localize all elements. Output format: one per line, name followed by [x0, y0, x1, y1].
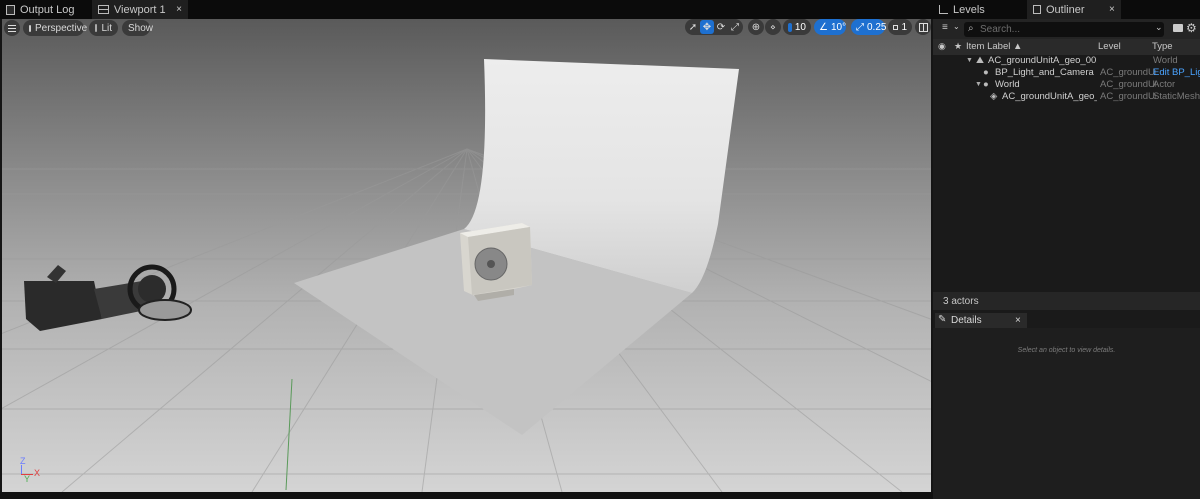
- pencil-icon: ✎: [938, 314, 947, 325]
- outliner-row-level: AC_groundUni: [1100, 91, 1156, 102]
- chevron-down-icon[interactable]: ▼: [975, 79, 982, 91]
- show-label: Show: [128, 22, 154, 34]
- perspective-button[interactable]: Perspective: [23, 20, 88, 36]
- select-icon[interactable]: ➚: [686, 20, 700, 34]
- world-space-button[interactable]: ⊕: [748, 19, 764, 35]
- show-button[interactable]: Show: [122, 20, 154, 36]
- camera-speed-value: 1: [901, 21, 907, 33]
- scale-snap-button[interactable]: ⤢ 0.25: [851, 19, 887, 35]
- viewport-menu-button[interactable]: [4, 20, 20, 36]
- transform-toolbar: ➚ ✥ ⟳ ⤢ ⊕ ⋄ 10 ∠ 10° ⤢ 0.25 1: [685, 19, 931, 35]
- details-panel: Select an object to view details.: [933, 328, 1200, 499]
- outliner-row-level: AC_groundUni: [1100, 67, 1156, 78]
- outliner-row[interactable]: ▼ ⛰ AC_groundUnitA_geo_001 (Edito World: [933, 55, 1200, 67]
- grid-snap-value: 10: [794, 21, 806, 33]
- star-icon[interactable]: ★: [954, 41, 962, 52]
- viewport-layout-icon: [918, 22, 928, 32]
- transform-mode-group: ➚ ✥ ⟳ ⤢: [685, 19, 743, 35]
- filter-icon[interactable]: ≡: [942, 22, 948, 33]
- grid-snap-icon: [788, 22, 792, 32]
- edit-blueprint-link[interactable]: Edit BP_Light: [1153, 67, 1200, 79]
- rotate-icon[interactable]: ⟳: [714, 20, 728, 34]
- angle-icon: ∠: [819, 21, 828, 33]
- viewport-scene: [2, 19, 931, 492]
- grid-snap-button[interactable]: 10: [783, 19, 811, 35]
- outliner-row-level: AC_groundUni: [1100, 79, 1156, 90]
- tab-viewport-1[interactable]: Viewport 1 ×: [92, 0, 188, 19]
- axis-x-label: X: [34, 468, 41, 478]
- outliner-row-type: StaticMeshAc: [1153, 91, 1200, 102]
- scale-snap-icon: ⤢: [856, 21, 864, 33]
- tab-output-log-label: Output Log: [20, 3, 75, 16]
- search-input[interactable]: Search...: [964, 22, 1164, 37]
- tab-output-log[interactable]: Output Log: [0, 0, 88, 19]
- lit-button[interactable]: Lit: [89, 20, 118, 36]
- outliner-row-type: World: [1153, 55, 1178, 66]
- outliner-row-label: World: [995, 79, 1020, 90]
- axis-y-label: Y: [24, 474, 31, 484]
- lit-mode-icon: [95, 24, 98, 32]
- tab-viewport-label: Viewport 1: [113, 3, 166, 16]
- eye-icon[interactable]: ◉: [938, 41, 946, 52]
- axis-gizmo: Z X Y: [16, 456, 46, 484]
- folder-add-icon[interactable]: [1173, 24, 1183, 32]
- perspective-label: Perspective: [35, 22, 88, 34]
- outliner-row[interactable]: ▼ ● World AC_groundUni Actor: [933, 79, 1200, 91]
- outliner-row[interactable]: ● BP_Light_and_Camera AC_groundUni Edit …: [933, 67, 1200, 79]
- outliner-row[interactable]: ◈ AC_groundUnitA_geo_001 AC_groundUni St…: [933, 91, 1200, 103]
- actor-icon: ●: [983, 67, 989, 78]
- levels-icon: [939, 5, 948, 14]
- rotation-snap-value: 10°: [830, 21, 847, 33]
- outliner-row-type: Actor: [1153, 79, 1176, 90]
- chevron-down-icon[interactable]: ▼: [966, 55, 973, 67]
- outliner-row-label: AC_groundUnitA_geo_001: [1002, 91, 1097, 102]
- close-icon[interactable]: ×: [176, 4, 182, 15]
- level-viewport[interactable]: Perspective Lit Show ➚ ✥ ⟳ ⤢ ⊕ ⋄ 10 ∠ 10…: [2, 19, 931, 492]
- column-type[interactable]: Type: [1152, 41, 1173, 52]
- mesh-icon: ◈: [990, 91, 998, 102]
- viewport-icon: [98, 5, 109, 14]
- translate-icon[interactable]: ✥: [700, 20, 714, 34]
- chevron-down-icon[interactable]: ⌄: [953, 22, 960, 31]
- tab-levels[interactable]: Levels: [933, 0, 1023, 19]
- column-level[interactable]: Level: [1098, 41, 1121, 52]
- surface-snap-icon: ⋄: [770, 21, 776, 32]
- status-strip: [0, 492, 933, 499]
- tab-outliner[interactable]: Outliner ×: [1027, 0, 1121, 19]
- hamburger-icon: [8, 24, 16, 32]
- actor-count: 3 actors: [933, 292, 1200, 310]
- surface-snap-button[interactable]: ⋄: [765, 19, 781, 35]
- outliner-column-header: ◉ ★ Item Label ▲ Level Type: [933, 39, 1200, 55]
- output-log-icon: [6, 4, 15, 15]
- actor-icon: ●: [983, 79, 989, 90]
- outliner-icon: [1033, 5, 1041, 14]
- right-panel: Levels Outliner × ≡ ⌄ Search... ⌕ ⌄ ⚙ ◉ …: [933, 0, 1200, 499]
- camera-speed-icon: [893, 24, 899, 30]
- outliner-row-label: BP_Light_and_Camera: [995, 67, 1094, 78]
- column-item-label[interactable]: Item Label ▲: [966, 41, 1022, 52]
- lit-label: Lit: [101, 22, 112, 34]
- outliner-toolbar: ≡ ⌄ Search... ⌕ ⌄ ⚙: [933, 19, 1200, 39]
- chevron-down-icon[interactable]: ⌄: [1155, 22, 1163, 33]
- scale-snap-value: 0.25: [867, 21, 887, 33]
- outliner-row-label: AC_groundUnitA_geo_001 (Edito: [988, 55, 1097, 66]
- outliner-tab-bar: Levels Outliner ×: [933, 0, 1200, 19]
- tab-outliner-label: Outliner: [1046, 3, 1085, 16]
- close-icon[interactable]: ×: [1015, 315, 1021, 326]
- camera-speed-button[interactable]: 1: [888, 19, 912, 35]
- gear-icon[interactable]: ⚙: [1186, 21, 1197, 35]
- tab-details-label: Details: [951, 315, 982, 326]
- globe-icon: ⊕: [751, 21, 761, 33]
- level-icon: ⛰: [976, 55, 984, 66]
- scale-icon[interactable]: ⤢: [728, 20, 742, 34]
- rotation-snap-button[interactable]: ∠ 10°: [814, 19, 846, 35]
- tab-levels-label: Levels: [953, 3, 985, 16]
- layout-button[interactable]: [915, 19, 931, 35]
- search-icon: ⌕: [968, 23, 974, 34]
- close-icon[interactable]: ×: [1109, 4, 1115, 15]
- camera-icon: [29, 24, 31, 32]
- tab-details[interactable]: ✎ Details ×: [935, 313, 1027, 328]
- details-empty-message: Select an object to view details.: [1017, 347, 1116, 354]
